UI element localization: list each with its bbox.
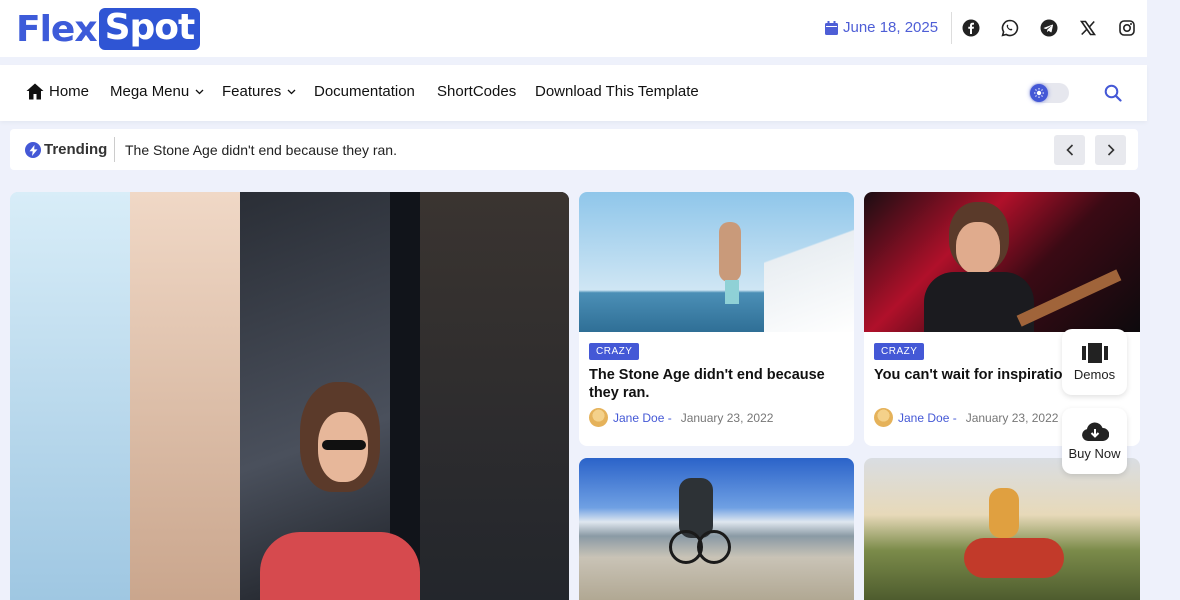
avatar	[874, 408, 893, 427]
post-card-image[interactable]	[579, 458, 854, 600]
calendar-icon	[825, 20, 838, 35]
header-date: June 18, 2025	[825, 19, 938, 36]
post-card-image[interactable]	[864, 192, 1140, 332]
post-date: January 23, 2022	[680, 410, 774, 425]
post-card[interactable]: CRAZY The Stone Age didn't end because t…	[579, 192, 854, 446]
search-icon[interactable]	[1104, 84, 1122, 102]
demos-button[interactable]: Demos	[1062, 329, 1127, 395]
nav-item-download-template[interactable]: Download This Template	[535, 83, 699, 100]
trending-bar: Trending The Stone Age didn't end becaus…	[10, 129, 1138, 170]
post-card[interactable]	[864, 458, 1140, 600]
nav-item-mega-menu[interactable]: Mega Menu	[110, 83, 204, 100]
whatsapp-icon[interactable]	[1001, 19, 1019, 37]
telegram-icon[interactable]	[1040, 19, 1058, 37]
bolt-icon	[25, 142, 41, 158]
logo-text-part2: Spot	[98, 8, 201, 50]
nav-item-home[interactable]: Home	[26, 83, 89, 100]
trending-label: Trending	[44, 141, 108, 158]
nav-item-label: Mega Menu	[110, 83, 190, 100]
logo-text-part1: Flex	[16, 8, 98, 50]
columns-icon	[1081, 342, 1108, 363]
top-bar: Flex Spot June 18, 2025	[0, 0, 1147, 57]
avatar	[589, 408, 608, 427]
x-icon[interactable]	[1079, 19, 1097, 37]
dark-mode-toggle[interactable]	[1029, 83, 1069, 103]
hero-door	[420, 192, 569, 600]
featured-post-image[interactable]	[10, 192, 569, 600]
nav-item-label: Home	[49, 83, 90, 100]
nav-item-documentation[interactable]: Documentation	[314, 83, 415, 100]
chevron-down-icon	[195, 89, 204, 95]
nav-item-shortcodes[interactable]: ShortCodes	[437, 83, 516, 100]
trending-next-button[interactable]	[1095, 135, 1126, 165]
nav-item-features[interactable]: Features	[222, 83, 296, 100]
main-nav: Home Mega Menu Features Documentation Sh…	[0, 65, 1147, 121]
header-divider	[951, 12, 952, 44]
trending-divider	[114, 137, 115, 162]
trending-headline[interactable]: The Stone Age didn't end because they ra…	[125, 142, 397, 158]
chevron-left-icon	[1065, 144, 1073, 156]
post-author[interactable]: Jane Doe -	[613, 411, 672, 425]
post-author[interactable]: Jane Doe -	[898, 411, 957, 425]
category-badge[interactable]: CRAZY	[589, 343, 640, 360]
nav-item-label: ShortCodes	[437, 83, 517, 100]
post-date: January 23, 2022	[965, 410, 1059, 425]
chevron-down-icon	[287, 89, 296, 95]
home-icon	[26, 83, 44, 100]
post-card-image[interactable]	[864, 458, 1140, 600]
post-meta: Jane Doe - January 23, 2022	[589, 408, 773, 427]
buy-now-button[interactable]: Buy Now	[1062, 408, 1127, 474]
trending-prev-button[interactable]	[1054, 135, 1085, 165]
post-card[interactable]	[579, 458, 854, 600]
nav-item-label: Documentation	[314, 83, 415, 100]
buy-now-label: Buy Now	[1068, 445, 1121, 461]
sun-icon	[1030, 84, 1048, 102]
post-meta: Jane Doe - January 23, 2022	[874, 408, 1058, 427]
chevron-right-icon	[1107, 144, 1115, 156]
hero-building	[130, 192, 240, 600]
post-title[interactable]: The Stone Age didn't end because they ra…	[589, 366, 844, 402]
post-card-image[interactable]	[579, 192, 854, 332]
nav-item-label: Features	[222, 83, 282, 100]
demos-label: Demos	[1073, 366, 1116, 382]
hero-sky	[10, 192, 130, 600]
date-text: June 18, 2025	[843, 19, 939, 36]
hero-person	[260, 382, 420, 600]
instagram-icon[interactable]	[1118, 19, 1136, 37]
site-logo[interactable]: Flex Spot	[16, 8, 201, 50]
category-badge[interactable]: CRAZY	[874, 343, 925, 360]
facebook-icon[interactable]	[962, 19, 980, 37]
cloud-download-icon	[1081, 421, 1109, 441]
nav-item-label: Download This Template	[535, 83, 699, 100]
